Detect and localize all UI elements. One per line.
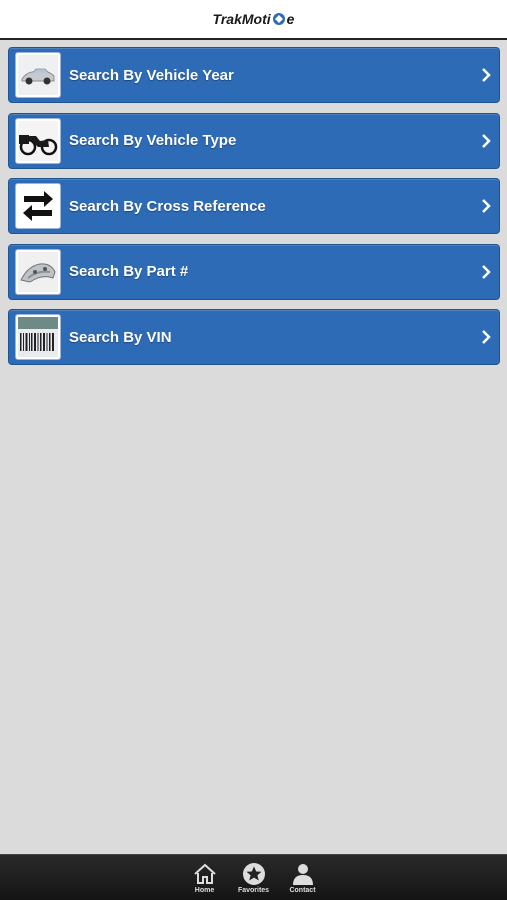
chevron-right-icon [482,330,491,344]
motorcycle-icon [15,117,61,164]
tab-favorites[interactable]: Favorites [229,862,278,894]
search-by-vehicle-type-label: Search By Vehicle Type [69,132,237,149]
search-by-vehicle-type-button[interactable]: Search By Vehicle Type [8,112,500,169]
chevron-right-icon [482,264,491,279]
chevron-right-icon [482,68,491,82]
logo-text-end: e [286,11,295,27]
logo-text: TrakMoti [212,11,271,27]
search-by-vehicle-year-button[interactable]: Search By Vehicle Year [8,47,500,103]
barcode-icon [15,314,61,360]
tab-favorites-label: Favorites [237,886,270,894]
bottom-tab-bar: Home Favorites Contact [0,854,507,900]
search-by-part-number-label: Search By Part # [69,263,189,280]
chevron-right-icon [482,199,491,213]
swap-arrows-icon [15,183,61,229]
search-by-vin-button[interactable]: Search By VIN [8,309,500,365]
home-icon [193,863,216,884]
person-icon [292,863,313,885]
search-by-part-number-button[interactable]: Search By Part # [8,243,500,300]
trakmotive-logo: TrakMoti e [213,11,295,27]
tab-home[interactable]: Home [180,862,229,894]
search-by-vehicle-year-label: Search By Vehicle Year [69,66,234,84]
chevron-right-icon [482,133,491,148]
tab-contact-label: Contact [289,886,316,894]
tab-home-label: Home [194,886,215,894]
logo-mark-icon [272,13,285,25]
search-options-list: Search By Vehicle Year Search By Vehicle… [8,47,500,375]
search-by-cross-reference-label: Search By Cross Reference [69,197,266,215]
brake-part-icon [15,248,61,295]
star-icon [242,862,265,885]
tab-contact[interactable]: Contact [278,862,327,894]
app-header: TrakMoti e [0,0,507,40]
car-icon [15,52,61,98]
search-by-vin-label: Search By VIN [69,328,172,346]
search-by-cross-reference-button[interactable]: Search By Cross Reference [8,178,500,234]
